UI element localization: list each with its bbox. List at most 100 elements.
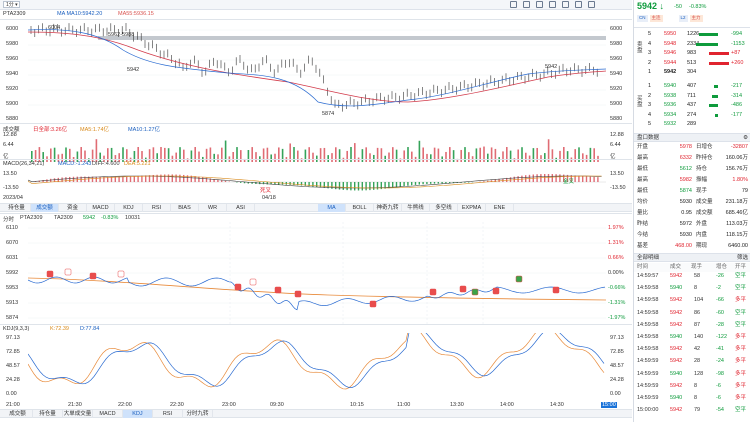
tab-6[interactable]: 分时九转 [183,410,213,418]
tab-6[interactable]: BIAS [171,204,199,212]
filter-button[interactable]: 筛选 [737,254,748,263]
macd-bar [316,182,318,188]
compare-icon[interactable] [549,1,556,8]
tab-5[interactable]: RSI [153,410,183,418]
stat-label: 现手 [696,188,708,194]
tick-time: 14:59:59 [637,395,659,401]
macd-bar [585,176,588,182]
settings-icon[interactable] [588,1,595,8]
trade-marker[interactable] [369,300,377,308]
macd-bar [437,182,439,184]
macd-label: MACD(26,34,21) [3,161,45,167]
trade-marker[interactable] [117,270,125,278]
tab-1[interactable]: 成交额 [31,204,59,212]
macd-bar [228,181,230,182]
tick-oi: -6 [716,395,721,401]
tab-0[interactable]: 持仓量 [3,204,31,212]
tab-ma-4[interactable]: 多空线 [430,204,458,212]
trade-marker[interactable] [459,285,467,293]
macd-bar [589,176,591,182]
trade-marker[interactable] [294,290,302,298]
book-cell: 4 [648,111,652,118]
tab-ma-3[interactable]: 牛熊线 [402,204,430,212]
macd-bar [175,174,177,182]
tools-icon[interactable] [562,1,569,8]
ticks-header: 全部明细 筛选 [634,253,750,262]
stat-label: 最高 [637,155,649,161]
book-row-bids[interactable]: 2 5938 711 -314 [634,92,750,101]
book-row-asks[interactable]: 4 5948 2334 -1153 [634,40,750,49]
book-row-bids[interactable]: 5 5932 289 [634,120,750,129]
book-row-bids[interactable]: 4 5934 274 -177 [634,111,750,120]
tick-row[interactable]: 14:59:58 5942 87 -28 空平 [634,321,750,330]
gear-icon[interactable]: ⚙ [743,134,748,143]
tab-2[interactable]: 大单成交量 [63,410,93,418]
grid-icon[interactable] [510,1,517,8]
book-row-asks[interactable]: 5 5950 1226 -994 [634,30,750,39]
book-cell: 1 [648,69,652,75]
tick-row[interactable]: 14:59:58 5940 140 -122 多平 [634,333,750,342]
diff-value: DIFF:4.600 [92,161,120,167]
gear-icon[interactable] [536,1,543,8]
intraday-panel: 6110 6070 6031 5992 5953 5913 5874 1.97% 1.31% 0… [0,222,632,324]
tab-ma-5[interactable]: EXPMA [458,204,486,212]
tab-3[interactable]: MACD [87,204,115,212]
tab-5[interactable]: RSI [143,204,171,212]
trade-marker[interactable] [64,268,72,276]
tick-row[interactable]: 14:59:59 5940 128 -98 多平 [634,370,750,379]
tick-row[interactable]: 14:59:59 5942 28 -24 多平 [634,357,750,366]
tick-row[interactable]: 14:59:59 5942 8 -6 多平 [634,382,750,391]
book-delta: +260 [731,59,744,66]
expand-icon[interactable] [575,1,582,8]
tab-1[interactable]: 持仓量 [33,410,63,418]
ma55-value: MA55:5936.15 [118,11,154,17]
tick-row[interactable]: 14:59:58 5942 104 -66 多平 [634,296,750,305]
book-row-bids[interactable]: 3 5936 437 -486 [634,101,750,110]
trade-marker[interactable] [46,270,54,278]
trade-marker[interactable] [249,278,257,286]
trade-marker[interactable] [89,272,97,280]
tab-7[interactable]: WR [199,204,227,212]
tab-4[interactable]: KDJ [115,204,143,212]
stats-row: 最低 5612 持仓 156.76万 [634,165,750,174]
period-select[interactable]: 1分 ▾ [3,1,20,8]
tick-type: 多平 [735,358,747,365]
book-row-asks[interactable]: 3 5946 983 +87 [634,49,750,58]
tick-row[interactable]: 14:59:58 5942 42 -41 多平 [634,345,750,354]
trade-marker[interactable] [552,286,560,294]
tab-ma-6[interactable]: ENE [486,204,514,212]
tab-ma-2[interactable]: 神奇九转 [374,204,402,212]
tick-row[interactable]: 14:59:59 5940 8 -6 多平 [634,394,750,403]
tab-2[interactable]: 资金 [59,204,87,212]
tick-volume: 86 [694,309,701,316]
intraday-plot[interactable] [28,222,606,324]
trade-marker[interactable] [471,288,479,296]
tick-row[interactable]: 14:59:58 5942 86 -60 空平 [634,309,750,318]
book-row-asks[interactable]: 1 5942 304 [634,68,750,77]
tab-0[interactable]: 成交额 [3,410,33,418]
tick-row[interactable]: 14:59:58 5940 8 -2 空平 [634,284,750,293]
trade-marker[interactable] [492,287,500,295]
chart-icon[interactable] [523,1,530,8]
book-row-bids[interactable]: 1 5940 407 -217 [634,82,750,91]
book-cell: 437 [687,102,697,108]
tab-8[interactable]: ASI [227,204,255,212]
macd-bar [407,182,409,186]
tick-row[interactable]: 14:59:57 5942 58 -26 空平 [634,272,750,281]
tab-ma-0[interactable]: MA [318,204,346,212]
macd-bar [445,182,447,184]
trade-marker[interactable] [429,288,437,296]
stats-row: 最高 6332 昨持仓 160.06万 [634,154,750,163]
book-cell: 5934 [664,111,677,118]
stat-label: 均价 [637,199,649,205]
tick-row[interactable]: 15:00:00 5942 79 -54 空平 [634,406,750,415]
tab-3[interactable]: MACD [93,410,123,418]
trade-marker[interactable] [234,283,242,291]
tab-ma-1[interactable]: BOLL [346,204,374,212]
time-tick: 22:00 [118,402,132,408]
time-tick: 13:30 [450,402,464,408]
book-row-asks[interactable]: 2 5944 513 +260 [634,59,750,68]
trade-marker[interactable] [274,286,282,294]
tab-4[interactable]: KDJ [123,410,153,418]
trade-marker[interactable] [515,275,523,283]
